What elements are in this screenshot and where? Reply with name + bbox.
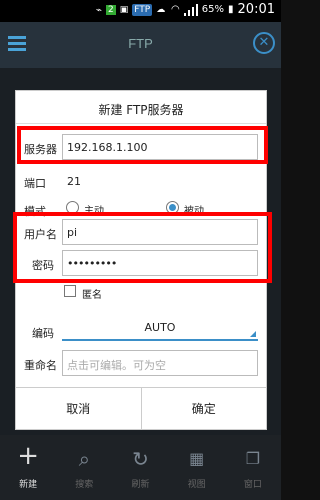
wifi-icon: ◠ xyxy=(171,4,180,15)
encoding-value: AUTO xyxy=(144,321,176,334)
toolbar-view-button[interactable]: ▦ 视图 xyxy=(169,435,225,500)
toolbar-search-label: 搜索 xyxy=(75,480,94,490)
battery-percent: 65% xyxy=(201,4,225,15)
status-time: 20:01 xyxy=(237,2,275,17)
divider xyxy=(16,123,266,124)
port-label: 端口 xyxy=(24,177,46,190)
toolbar-new-button[interactable]: + 新建 xyxy=(0,435,56,500)
bottom-toolbar: + 新建 ⌕ 搜索 ↻ 刷新 ▦ 视图 ❐ 窗口 xyxy=(0,435,281,500)
rename-label: 重命名 xyxy=(24,359,57,372)
encoding-label: 编码 xyxy=(32,327,54,340)
app-title: FTP xyxy=(128,36,153,51)
dialog-title: 新建 FTP服务器 xyxy=(98,103,184,117)
highlight-server-box xyxy=(17,126,268,164)
anonymous-checkbox[interactable] xyxy=(64,285,76,297)
notification-2-icon: 2 xyxy=(106,5,116,15)
status-bar: ⌁ 2 ▣ FTP ☁ ◠ 65% ▮ 20:01 xyxy=(0,0,281,22)
toolbar-windows-button[interactable]: ❐ 窗口 xyxy=(225,435,281,500)
port-input[interactable]: 21 xyxy=(62,168,258,194)
cancel-button[interactable]: 取消 xyxy=(16,388,141,429)
status-notification-icons: ⌁ 2 ▣ FTP ☁ xyxy=(96,4,165,16)
rename-input[interactable]: 点击可编辑。可为空 xyxy=(62,350,258,376)
plus-icon: + xyxy=(17,441,39,471)
toolbar-new-label: 新建 xyxy=(19,480,38,490)
ftp-app-chip: FTP xyxy=(132,4,153,16)
toolbar-search-button[interactable]: ⌕ 搜索 xyxy=(56,435,112,500)
toolbar-view-label: 视图 xyxy=(187,480,206,490)
signal-icon xyxy=(183,3,198,16)
toolbar-refresh-label: 刷新 xyxy=(131,480,150,490)
toolbar-refresh-button[interactable]: ↻ 刷新 xyxy=(112,435,168,500)
refresh-icon: ↻ xyxy=(132,447,149,471)
anonymous-label: 匿名 xyxy=(82,290,102,301)
app-bar: FTP ✕ xyxy=(0,22,281,68)
usb-icon: ⌁ xyxy=(96,4,103,16)
dialog-buttons: 取消 确定 xyxy=(16,387,266,429)
photo-icon: ▣ xyxy=(119,5,129,15)
cloud-icon: ☁ xyxy=(156,5,166,15)
toolbar-windows-label: 窗口 xyxy=(243,480,262,490)
confirm-button[interactable]: 确定 xyxy=(140,388,267,429)
battery-icon: ▮ xyxy=(228,4,234,15)
dropdown-triangle-icon xyxy=(250,331,256,337)
windows-icon: ❐ xyxy=(245,449,261,468)
grid-icon: ▦ xyxy=(189,449,205,468)
search-icon: ⌕ xyxy=(78,447,90,471)
highlight-credentials-box xyxy=(13,212,272,283)
close-icon[interactable]: ✕ xyxy=(253,32,275,54)
encoding-select[interactable]: AUTO xyxy=(62,317,258,341)
